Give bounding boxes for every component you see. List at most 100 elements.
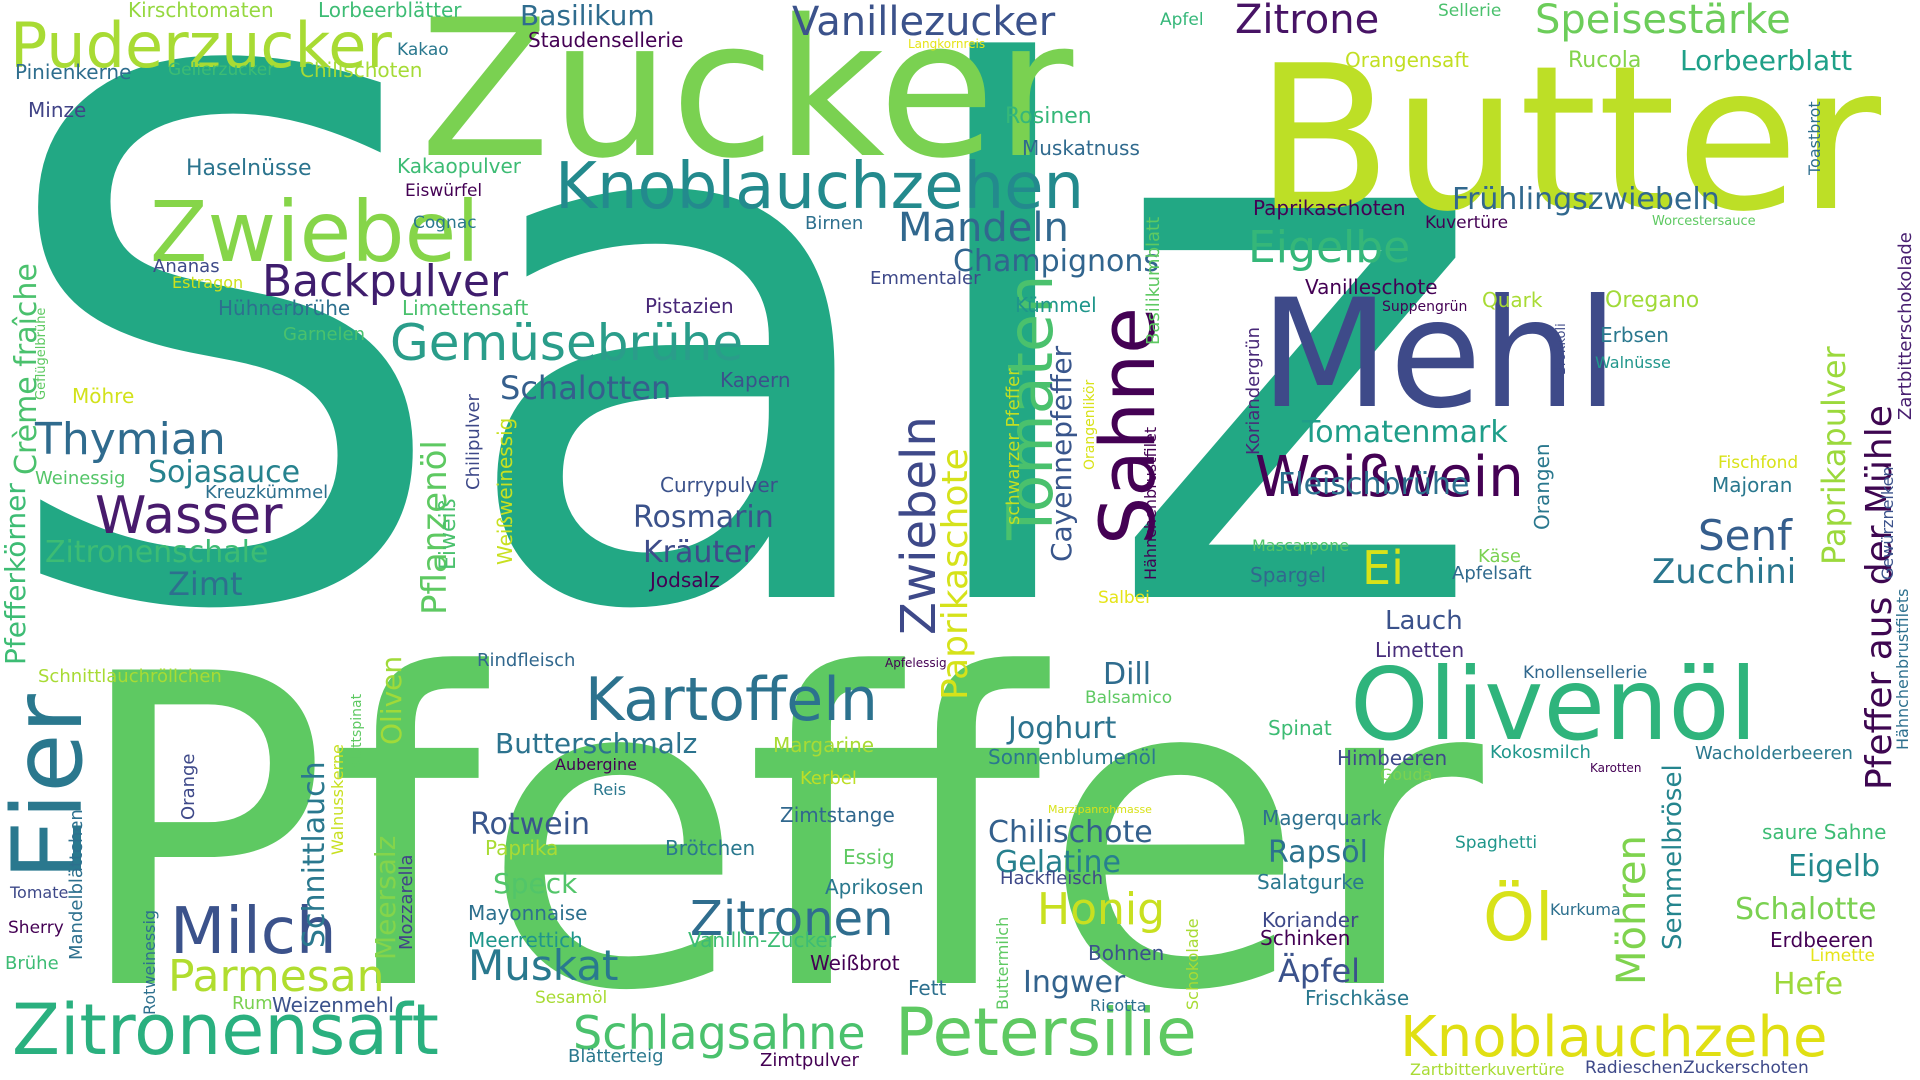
word: Kakaopulver xyxy=(397,154,522,178)
word: Garnelen xyxy=(283,324,366,345)
word: Oregano xyxy=(1605,288,1700,313)
word: Chilischote xyxy=(988,815,1153,850)
word: Quark xyxy=(1482,288,1543,312)
word: Basilikumblatt xyxy=(1143,216,1164,345)
word: Fischfond xyxy=(1718,453,1799,473)
word: Petersilie xyxy=(895,994,1197,1071)
word: Vanillezucker xyxy=(792,0,1056,45)
word: Gewürznelken xyxy=(1878,466,1897,580)
word: Karotten xyxy=(1590,761,1642,775)
word: Kümmel xyxy=(1015,293,1097,317)
word: Mascarpone xyxy=(1252,536,1350,555)
word: Erbsen xyxy=(1600,323,1669,347)
word: Eiweiß xyxy=(436,498,461,570)
word: Margarine xyxy=(773,733,875,757)
word: Cayennepfeffer xyxy=(1045,345,1078,562)
word: Lorbeerblätter xyxy=(318,0,462,22)
word: Speck xyxy=(493,867,578,900)
word: Minze xyxy=(28,98,87,122)
word: Gouda xyxy=(1380,765,1433,784)
word: Frühlingszwiebeln xyxy=(1452,182,1720,217)
word: Weizenmehl xyxy=(272,993,394,1017)
word: Pistazien xyxy=(645,294,734,318)
word: Zimtpulver xyxy=(760,1050,859,1071)
word: Joghurt xyxy=(1008,711,1117,746)
word: Geflügelbrühe xyxy=(34,307,49,400)
word: Chilischoten xyxy=(300,58,423,82)
word: Vanilleschote xyxy=(1305,275,1438,299)
word: Vanillin-Zucker xyxy=(688,928,836,952)
word: Sherry xyxy=(8,918,64,938)
word: saure Sahne xyxy=(1762,820,1887,844)
word: Muskatnuss xyxy=(1022,136,1140,160)
word: Rosinen xyxy=(1005,104,1092,129)
word: Buttermilch xyxy=(993,916,1012,1010)
word: Hähnchenbrustfilets xyxy=(1893,588,1912,751)
word: Eiswürfel xyxy=(405,181,483,201)
word: Kartoffeln xyxy=(585,665,878,735)
word: Pfefferkörner xyxy=(0,483,32,665)
word: Schalotte xyxy=(1735,892,1877,927)
word: Basilikum xyxy=(520,0,655,32)
word: Hühnerbrühe xyxy=(218,296,351,320)
word: RadieschenZuckerschoten xyxy=(1585,1058,1809,1078)
word: Frischkäse xyxy=(1305,986,1410,1010)
word: Rosmarin xyxy=(633,500,774,535)
word: Mandeln xyxy=(898,205,1069,251)
word: schwarzer Pfeffer xyxy=(1003,368,1024,525)
word: Weißweinessig xyxy=(493,417,517,565)
word: Butterschmalz xyxy=(495,727,698,760)
word: Brötchen xyxy=(665,836,756,860)
word: Meerrettich xyxy=(468,928,583,952)
word: Blätterteig xyxy=(568,1046,664,1067)
word: Hähnchenbrustfilet xyxy=(1141,426,1160,580)
word: Hackfleisch xyxy=(1000,868,1103,889)
word: Apfel xyxy=(1160,10,1204,30)
word: Balsamico xyxy=(1085,688,1173,708)
word: Oliven xyxy=(375,655,408,745)
word: Weißbrot xyxy=(810,951,900,975)
word: Blattspinat xyxy=(349,693,365,770)
word: Dill xyxy=(1103,657,1152,692)
word: Zucchini xyxy=(1652,552,1797,592)
word: Spaghetti xyxy=(1455,833,1538,853)
word: Orangen xyxy=(1530,443,1554,530)
word: Estragon xyxy=(172,273,244,292)
word: Ricotta xyxy=(1090,996,1147,1015)
word: Mayonnaise xyxy=(468,901,588,925)
word: Fett xyxy=(908,976,947,1000)
word: Spinat xyxy=(1268,716,1332,740)
word: Magerquark xyxy=(1262,806,1382,830)
word: Kreuzkümmel xyxy=(205,482,329,503)
word: Wacholderbeeren xyxy=(1695,743,1853,764)
word: Schalotten xyxy=(500,369,672,407)
word: Salatgurke xyxy=(1257,870,1365,894)
word: Walnusskerne xyxy=(328,744,347,855)
word: Limette xyxy=(1810,946,1876,966)
word: Aprikosen xyxy=(825,875,924,899)
word: Orangenlikör xyxy=(1082,379,1098,470)
word: Kurkuma xyxy=(1550,900,1621,919)
word: Paprikapulver xyxy=(1815,346,1853,565)
word: Paprika xyxy=(485,836,559,860)
word: Schnittlauch xyxy=(297,761,332,948)
word: Möhre xyxy=(72,384,135,408)
word: Honig xyxy=(1037,884,1166,935)
word: Ei xyxy=(1362,541,1404,595)
word: Pinienkerne xyxy=(15,60,132,84)
word: Champignons xyxy=(953,244,1160,279)
word: Kerbel xyxy=(800,768,857,789)
word: Schnittlauchröllchen xyxy=(38,666,222,687)
word: Kräuter xyxy=(643,535,755,570)
word: Bohnen xyxy=(1088,941,1165,965)
word: Ingwer xyxy=(1023,965,1126,1000)
word: Staudensellerie xyxy=(528,28,684,52)
word-cloud: Salz Pfeffer Zucker Butter Mehl Olivenöl… xyxy=(0,0,1920,1080)
word: Toastbrot xyxy=(1805,101,1824,175)
word: Rindfleisch xyxy=(477,650,576,671)
word: Schinken xyxy=(1260,926,1351,950)
word: Reis xyxy=(593,780,627,799)
word: Tomate xyxy=(10,883,69,902)
word: Tomatenmark xyxy=(1302,415,1508,450)
word: Limetten xyxy=(1375,638,1465,662)
